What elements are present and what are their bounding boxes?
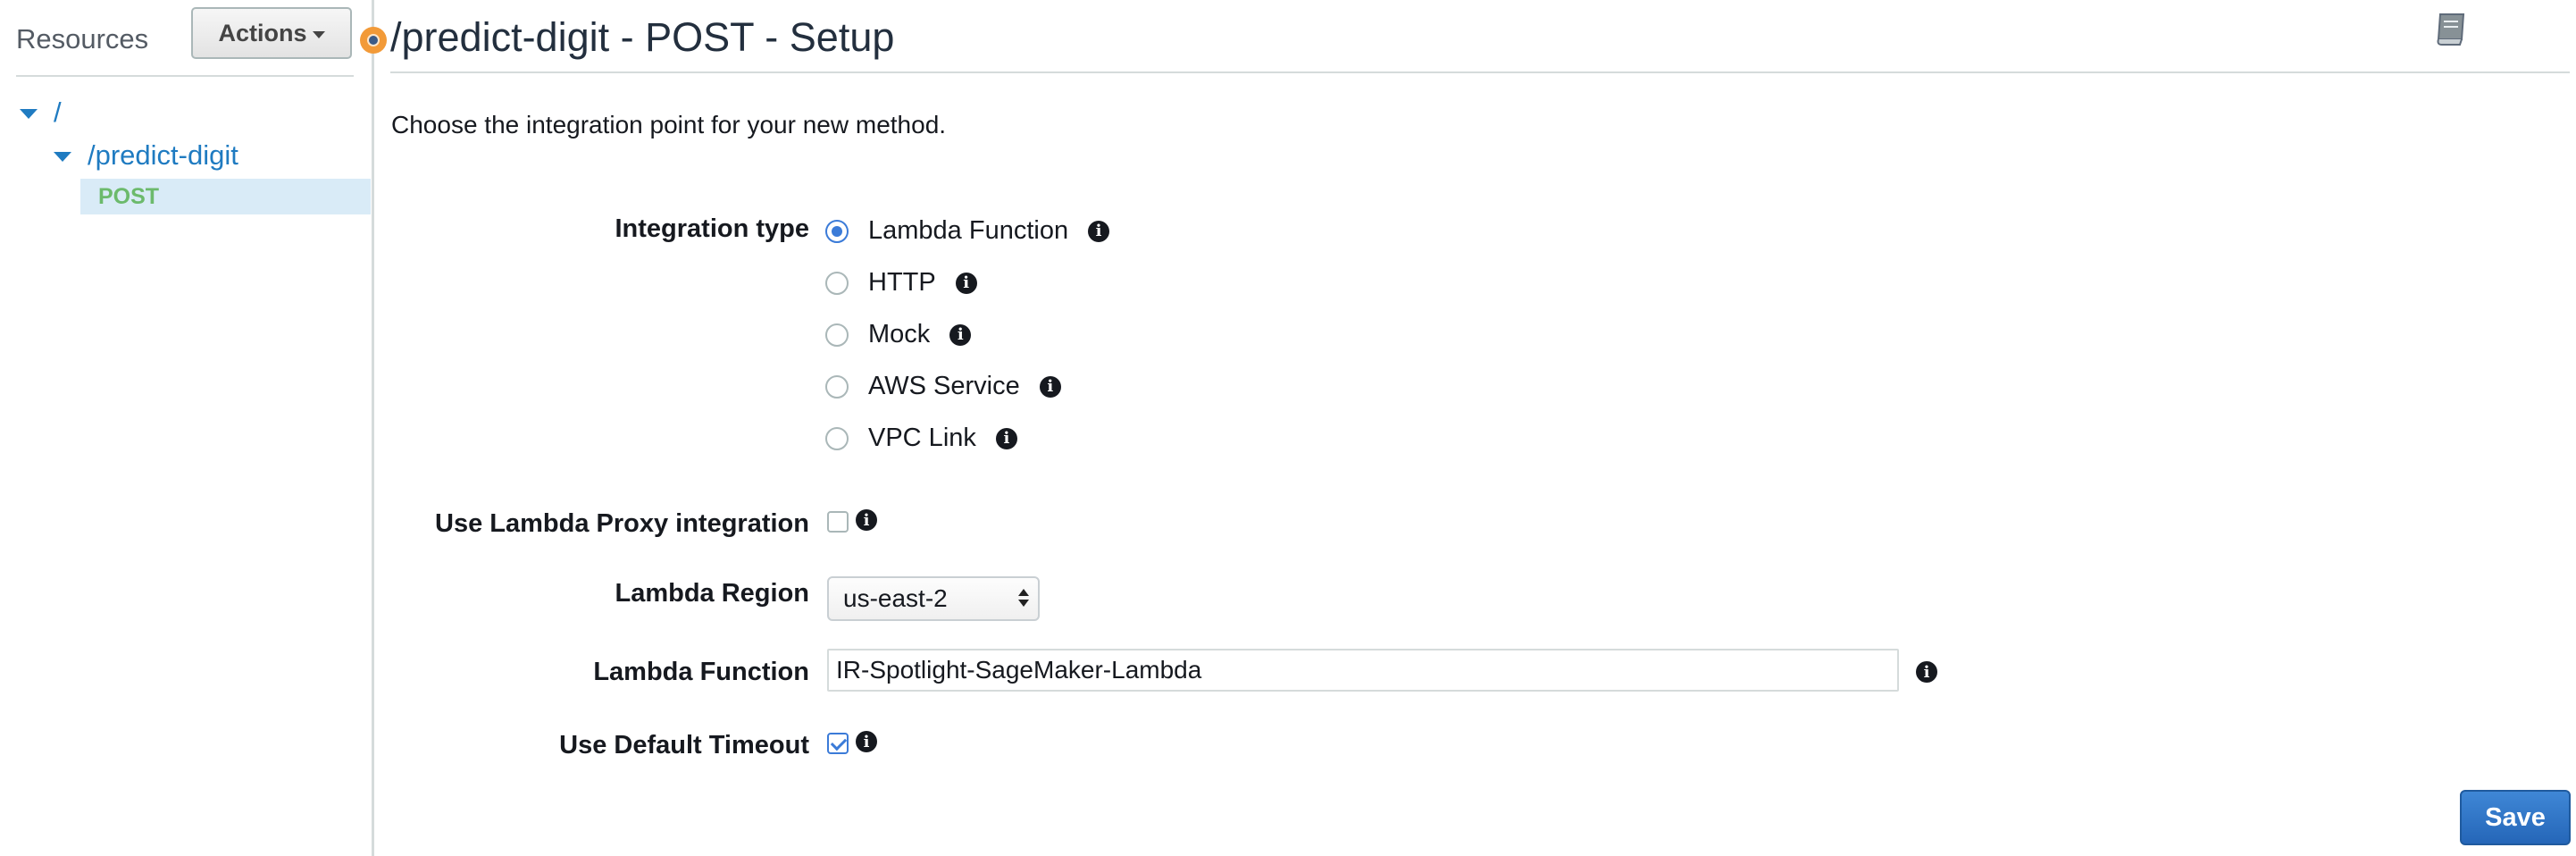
tree-item-post-method[interactable]: POST (80, 179, 371, 214)
radio-label: HTTP (868, 268, 936, 297)
book-icon[interactable] (2431, 9, 2471, 48)
info-icon[interactable]: i (856, 509, 877, 531)
title-divider (390, 71, 2570, 73)
tree-expand-root-icon[interactable] (20, 109, 38, 119)
radio-http[interactable]: HTTP i (825, 268, 977, 298)
resources-sidebar: Resources Actions / /predict-digit POST (0, 0, 374, 856)
lambda-region-label: Lambda Region (615, 579, 809, 608)
radio-aws-service[interactable]: AWS Service i (825, 372, 1061, 401)
save-button[interactable]: Save (2460, 790, 2571, 845)
lambda-proxy-label: Use Lambda Proxy integration (435, 509, 809, 538)
radio-button[interactable] (825, 323, 849, 347)
info-icon[interactable]: i (1088, 220, 1110, 242)
info-icon[interactable]: i (949, 323, 972, 346)
caret-down-icon (312, 31, 325, 38)
lambda-proxy-checkbox[interactable] (827, 511, 849, 533)
selected-region: us-east-2 (843, 584, 948, 612)
info-icon[interactable]: i (1916, 661, 1937, 683)
radio-label: Lambda Function (868, 216, 1069, 245)
tree-item-root[interactable]: / (54, 97, 62, 129)
resize-indicator-icon[interactable] (360, 27, 387, 54)
actions-button[interactable]: Actions (191, 7, 352, 59)
radio-mock[interactable]: Mock i (825, 320, 972, 349)
sidebar-divider (16, 75, 354, 77)
radio-label: VPC Link (868, 424, 976, 452)
select-arrows-icon (1018, 589, 1029, 607)
tree-item-predict-digit[interactable]: /predict-digit (88, 139, 238, 172)
lambda-function-input[interactable] (827, 649, 1899, 692)
default-timeout-label: Use Default Timeout (559, 731, 809, 759)
info-icon[interactable]: i (955, 272, 977, 294)
radio-label: AWS Service (868, 372, 1020, 400)
radio-button[interactable] (825, 219, 849, 243)
actions-label: Actions (218, 19, 307, 46)
info-icon[interactable]: i (1039, 375, 1061, 398)
default-timeout-checkbox[interactable] (827, 733, 849, 754)
radio-button[interactable] (825, 374, 849, 399)
info-icon[interactable]: i (995, 427, 1017, 449)
tree-expand-resource-icon[interactable] (54, 152, 71, 162)
resources-title: Resources (16, 23, 149, 55)
page-title: /predict-digit - POST - Setup (390, 14, 895, 60)
lambda-region-select[interactable]: us-east-2 (827, 576, 1040, 621)
intro-text: Choose the integration point for your ne… (391, 111, 947, 138)
radio-button[interactable] (825, 426, 849, 450)
radio-vpc-link[interactable]: VPC Link i (825, 424, 1017, 453)
lambda-function-label: Lambda Function (593, 658, 809, 686)
radio-button[interactable] (825, 271, 849, 295)
info-icon[interactable]: i (856, 731, 877, 752)
radio-lambda-function[interactable]: Lambda Function i (825, 216, 1110, 246)
radio-label: Mock (868, 320, 931, 348)
method-label: POST (98, 184, 160, 209)
integration-type-label: Integration type (615, 214, 809, 243)
